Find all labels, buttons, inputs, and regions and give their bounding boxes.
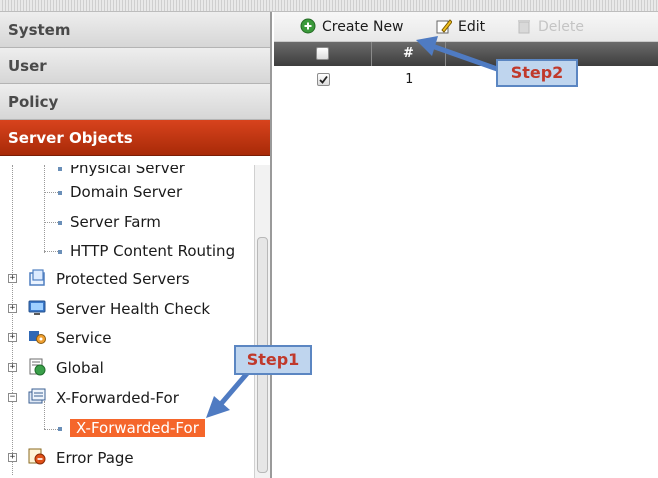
- edit-pencil-icon: [436, 19, 452, 34]
- index-column-header[interactable]: #: [372, 42, 446, 66]
- bullet-icon: [58, 220, 62, 225]
- expand-icon[interactable]: +: [8, 274, 17, 283]
- bullet-icon: [58, 249, 62, 254]
- tree-item-service[interactable]: Service: [56, 325, 111, 351]
- tree-item-x-forwarded-for[interactable]: X-Forwarded-For: [56, 385, 179, 411]
- tree-guide-line: [12, 165, 13, 475]
- tree-item-protected-servers[interactable]: Protected Servers: [56, 266, 190, 292]
- tree-item-x-forwarded-for-child[interactable]: X-Forwarded-For: [58, 415, 205, 441]
- grid-header: #: [274, 42, 658, 66]
- select-all-column: [274, 42, 372, 66]
- tree-item-server-farm[interactable]: Server Farm: [58, 209, 161, 235]
- content-pane: Create New Edit Delete # 1: [274, 12, 658, 478]
- row-index: 1: [405, 72, 413, 87]
- tree-item-server-health-check[interactable]: Server Health Check: [56, 296, 210, 322]
- row-checkbox-cell: [274, 66, 372, 90]
- delete-button[interactable]: Delete: [516, 17, 584, 37]
- tree-connector: [44, 251, 58, 252]
- expand-icon[interactable]: +: [8, 333, 17, 342]
- edit-button[interactable]: Edit: [436, 17, 485, 37]
- bullet-icon: [58, 190, 62, 195]
- row-checkbox[interactable]: [316, 73, 330, 86]
- tree-guide-line: [44, 401, 45, 429]
- tree-item-global[interactable]: Global: [56, 355, 104, 381]
- bullet-icon: [58, 426, 62, 431]
- tree-scrollbar[interactable]: [254, 165, 270, 478]
- bullet-icon: [58, 166, 62, 171]
- monitor-icon: [28, 300, 46, 315]
- tree-connector: [44, 429, 58, 430]
- step1-callout: Step1: [234, 345, 312, 375]
- select-all-checkbox[interactable]: [316, 47, 329, 60]
- expand-icon[interactable]: +: [8, 453, 17, 462]
- server-objects-tree: Physical Server Domain Server Server Far…: [0, 165, 254, 478]
- nav-section-system[interactable]: System: [0, 12, 270, 48]
- checkmark-icon: [318, 75, 328, 84]
- table-row[interactable]: 1: [274, 66, 658, 90]
- selected-tree-label: X-Forwarded-For: [70, 419, 205, 437]
- plus-icon: [300, 18, 316, 34]
- collapse-icon[interactable]: −: [8, 393, 17, 402]
- expand-icon[interactable]: +: [8, 363, 17, 372]
- create-new-button[interactable]: Create New: [300, 17, 404, 37]
- nav-section-policy[interactable]: Policy: [0, 84, 270, 120]
- tree-connector: [44, 192, 58, 193]
- left-navigation: System User Policy Server Objects Physic…: [0, 12, 272, 478]
- nav-section-user[interactable]: User: [0, 48, 270, 84]
- service-icon: [29, 331, 46, 344]
- tree-item-http-content-routing[interactable]: HTTP Content Routing: [58, 238, 235, 264]
- global-icon: [29, 358, 46, 376]
- step2-callout: Step2: [496, 59, 578, 87]
- top-decorative-strip: [0, 0, 658, 12]
- toolbar: Create New Edit Delete: [274, 12, 658, 42]
- tree-connector: [44, 222, 58, 223]
- nav-section-server-objects[interactable]: Server Objects: [0, 120, 270, 156]
- protected-servers-icon: [29, 269, 45, 286]
- tree-guide-line: [44, 165, 45, 253]
- error-page-icon: [28, 448, 46, 465]
- expand-icon[interactable]: +: [8, 304, 17, 313]
- trash-icon: [518, 20, 530, 34]
- tree-item-domain-server[interactable]: Domain Server: [58, 179, 182, 205]
- tree-item-error-page[interactable]: Error Page: [56, 445, 134, 471]
